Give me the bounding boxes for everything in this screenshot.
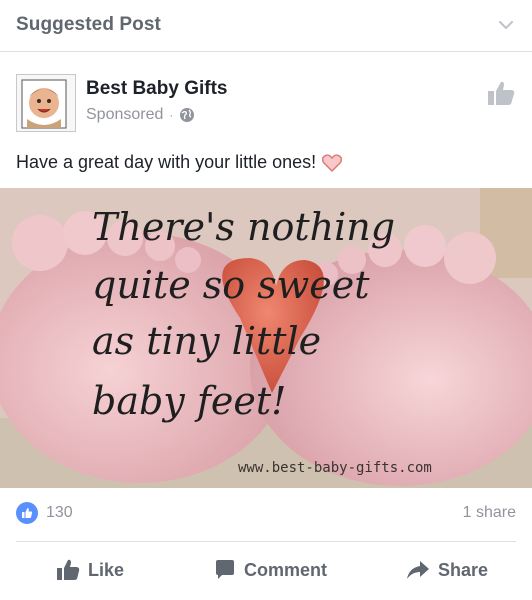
page-avatar[interactable] — [16, 74, 76, 132]
image-line-3: as tiny little — [92, 319, 321, 363]
actions-divider — [16, 541, 516, 542]
caption-text: Have a great day with your little ones! — [16, 152, 317, 172]
like-count[interactable]: 130 — [46, 504, 73, 522]
like-button[interactable]: Like — [56, 548, 124, 592]
comment-icon — [216, 560, 234, 579]
globe-icon — [180, 108, 195, 122]
share-button[interactable]: Share — [406, 548, 488, 592]
heart-icon — [322, 153, 343, 172]
share-arrow-icon — [407, 561, 429, 579]
suggested-post-title: Suggested Post — [16, 14, 161, 35]
like-reaction-icon[interactable] — [16, 502, 38, 524]
comment-button-label: Comment — [244, 559, 328, 580]
post-caption: Have a great day with your little ones! — [16, 152, 343, 173]
post-actions: Like Comment Share — [0, 548, 532, 592]
suggested-post-header: Suggested Post — [0, 0, 532, 52]
image-line-4: baby feet! — [92, 379, 286, 423]
image-watermark: www.best-baby-gifts.com — [238, 460, 432, 476]
image-line-1: There's nothing — [92, 205, 395, 249]
post-stats: 130 1 share — [0, 494, 532, 534]
image-line-2: quite so sweet — [92, 263, 370, 307]
like-page-icon[interactable] — [486, 78, 516, 108]
comment-button[interactable]: Comment — [214, 548, 327, 592]
post-meta: Sponsored · — [86, 106, 195, 124]
share-count[interactable]: 1 share — [463, 504, 516, 522]
post-header: Best Baby Gifts Sponsored · — [0, 62, 532, 142]
meta-separator: · — [169, 108, 174, 122]
share-button-label: Share — [438, 559, 489, 580]
thumbs-up-icon — [57, 559, 80, 580]
post-image[interactable]: There's nothing quite so sweet as tiny l… — [0, 188, 532, 488]
like-button-label: Like — [88, 559, 125, 580]
page-name[interactable]: Best Baby Gifts — [86, 78, 227, 100]
sponsored-label[interactable]: Sponsored — [86, 106, 163, 124]
chevron-down-icon[interactable] — [498, 17, 514, 33]
